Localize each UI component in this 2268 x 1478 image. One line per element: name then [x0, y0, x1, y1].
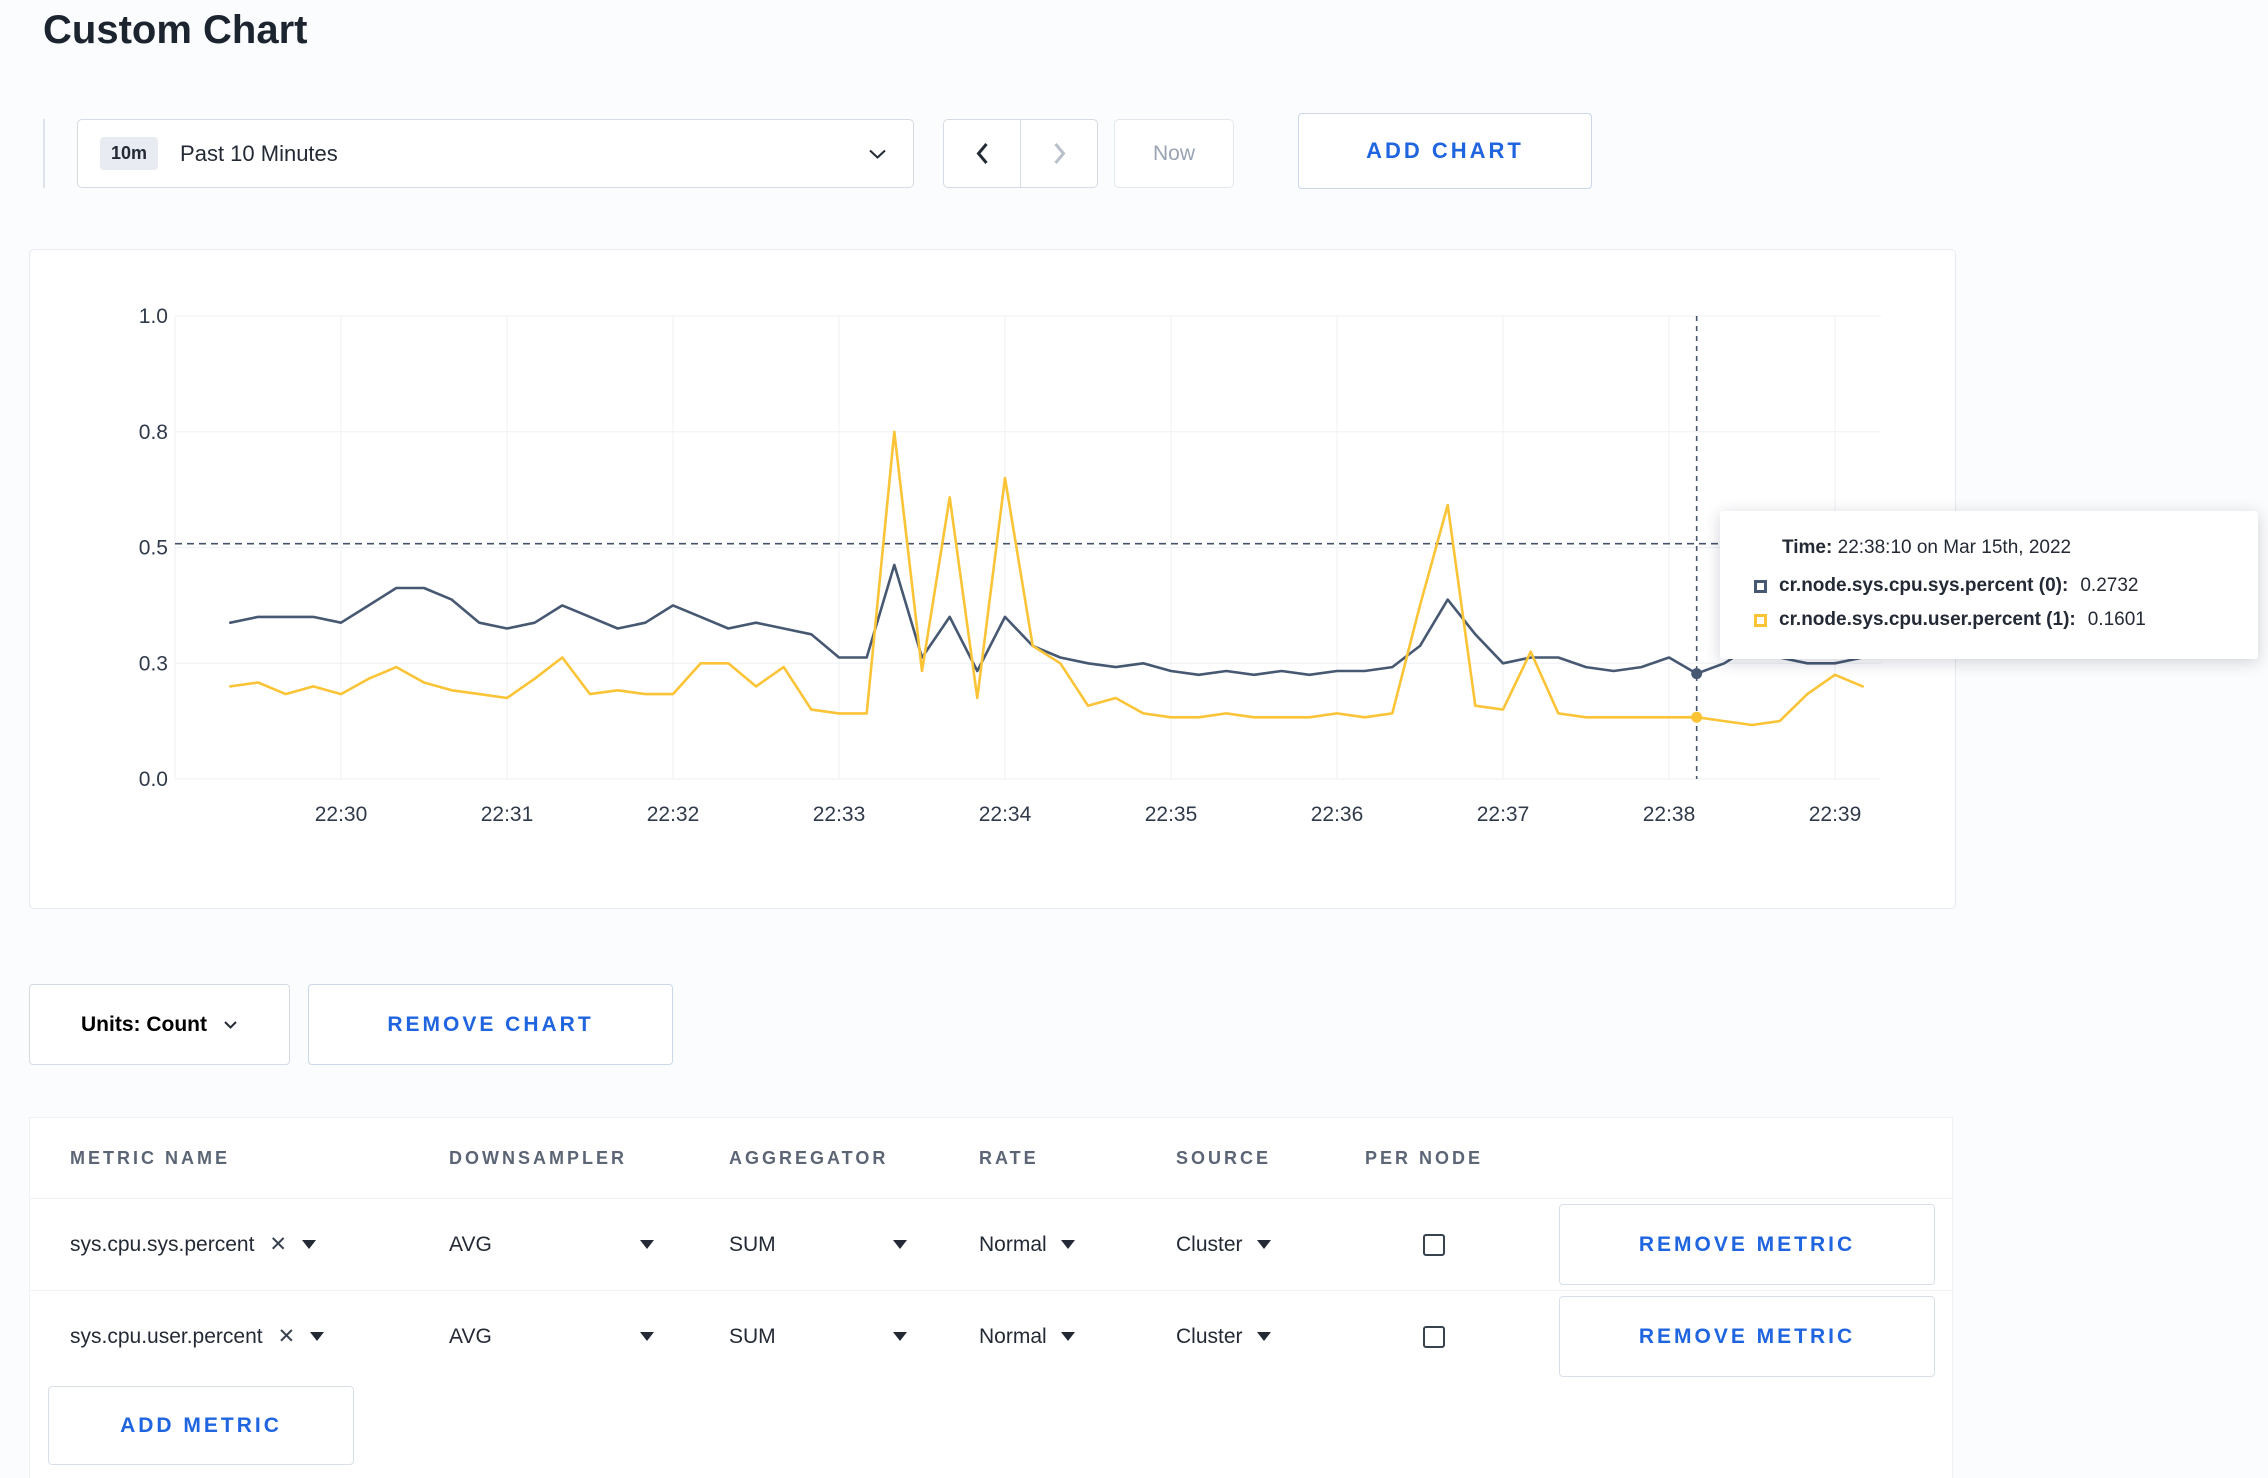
aggregator-select[interactable]: SUM — [729, 1325, 907, 1349]
source-value: Cluster — [1176, 1324, 1243, 1348]
aggregator-value: SUM — [729, 1324, 776, 1348]
units-select[interactable]: Units: Count — [29, 984, 290, 1065]
downsampler-value: AVG — [449, 1232, 492, 1256]
remove-metric-button[interactable]: REMOVE METRIC — [1559, 1296, 1935, 1377]
header-source: SOURCE — [1176, 1147, 1272, 1168]
clear-metric-icon[interactable]: ✕ — [278, 1324, 296, 1349]
now-button[interactable]: Now — [1114, 119, 1234, 188]
chevron-down-icon — [224, 1020, 237, 1029]
chart-card: 22:30 22:31 22:32 22:33 22:34 22:35 22:36 22:37… — [29, 249, 1956, 909]
add-chart-button[interactable]: ADD CHART — [1298, 113, 1592, 189]
chevron-left-icon — [976, 143, 988, 164]
svg-text:1.0: 1.0 — [139, 305, 168, 328]
svg-text:0.5: 0.5 — [139, 537, 168, 560]
tooltip-series-label: cr.node.sys.cpu.sys.percent (0): — [1779, 575, 2069, 596]
caret-down-icon — [1256, 1240, 1271, 1249]
svg-text:0.0: 0.0 — [139, 768, 168, 791]
aggregator-select[interactable]: SUM — [729, 1233, 907, 1257]
units-select-label: Units: Count — [81, 1012, 207, 1036]
source-value: Cluster — [1176, 1232, 1243, 1256]
caret-down-icon — [640, 1332, 654, 1341]
rate-value: Normal — [979, 1324, 1047, 1348]
svg-text:0.3: 0.3 — [139, 652, 168, 675]
tooltip-series-value: 0.1601 — [2087, 609, 2146, 630]
svg-text:22:39: 22:39 — [1809, 803, 1862, 826]
chevron-right-icon — [1053, 143, 1065, 164]
table-row: sys.cpu.user.percent ✕ AVG SUM Normal Cl… — [30, 1290, 1952, 1382]
source-select[interactable]: Cluster — [1176, 1325, 1365, 1349]
metric-name-select[interactable]: sys.cpu.user.percent ✕ — [70, 1324, 449, 1349]
downsampler-select[interactable]: AVG — [449, 1325, 654, 1349]
downsampler-value: AVG — [449, 1324, 492, 1348]
previous-time-button[interactable] — [943, 119, 1021, 188]
time-range-label: Past 10 Minutes — [180, 140, 338, 166]
caret-down-icon — [1060, 1332, 1075, 1341]
header-rate: RATE — [979, 1147, 1039, 1168]
header-metric-name: METRIC NAME — [70, 1147, 230, 1168]
clear-metric-icon[interactable]: ✕ — [269, 1232, 287, 1257]
table-row: sys.cpu.sys.percent ✕ AVG SUM Normal Clu… — [30, 1198, 1952, 1290]
svg-text:22:34: 22:34 — [979, 803, 1032, 826]
caret-down-icon — [893, 1332, 907, 1341]
svg-text:0.8: 0.8 — [139, 421, 168, 444]
rate-select[interactable]: Normal — [979, 1325, 1176, 1349]
rate-select[interactable]: Normal — [979, 1233, 1176, 1257]
caret-down-icon — [1256, 1332, 1271, 1341]
svg-text:22:32: 22:32 — [647, 803, 700, 826]
aggregator-value: SUM — [729, 1232, 776, 1256]
remove-metric-button[interactable]: REMOVE METRIC — [1559, 1204, 1935, 1285]
tooltip-series-row: cr.node.sys.cpu.user.percent (1): 0.1601 — [1754, 609, 2230, 631]
chevron-down-icon — [869, 149, 886, 159]
metric-name-select[interactable]: sys.cpu.sys.percent ✕ — [70, 1232, 449, 1257]
caret-down-icon — [893, 1240, 907, 1249]
chart-plot[interactable]: 22:30 22:31 22:32 22:33 22:34 22:35 22:36 22:37… — [30, 250, 1955, 908]
header-aggregator: AGGREGATOR — [729, 1147, 889, 1168]
svg-text:22:35: 22:35 — [1145, 803, 1198, 826]
next-time-button[interactable] — [1020, 119, 1098, 188]
caret-down-icon — [302, 1240, 317, 1249]
per-node-checkbox[interactable] — [1423, 1325, 1445, 1348]
page-title: Custom Chart — [43, 8, 308, 52]
toolbar-divider — [43, 119, 45, 188]
svg-text:22:30: 22:30 — [315, 803, 368, 826]
caret-down-icon — [1060, 1240, 1075, 1249]
metrics-table-header: METRIC NAME DOWNSAMPLER AGGREGATOR RATE … — [30, 1118, 1952, 1198]
tooltip-time: Time: 22:38:10 on Mar 15th, 2022 — [1754, 537, 2230, 559]
svg-text:22:33: 22:33 — [813, 803, 866, 826]
tooltip-series-label: cr.node.sys.cpu.user.percent (1): — [1779, 609, 2076, 630]
series-user-swatch-icon — [1754, 613, 1767, 627]
time-range-badge: 10m — [100, 137, 159, 170]
add-metric-button[interactable]: ADD METRIC — [48, 1386, 354, 1465]
source-select[interactable]: Cluster — [1176, 1233, 1365, 1257]
rate-value: Normal — [979, 1232, 1047, 1256]
header-per-node: PER NODE — [1365, 1147, 1484, 1168]
chart-tooltip: Time: 22:38:10 on Mar 15th, 2022 cr.node… — [1720, 511, 2258, 659]
tooltip-time-label: Time: — [1782, 537, 1833, 558]
metric-name-value: sys.cpu.sys.percent — [70, 1232, 255, 1256]
time-range-selector[interactable]: 10m Past 10 Minutes — [77, 119, 914, 188]
tooltip-series-row: cr.node.sys.cpu.sys.percent (0): 0.2732 — [1754, 575, 2230, 597]
svg-text:22:36: 22:36 — [1311, 803, 1364, 826]
svg-text:22:38: 22:38 — [1643, 803, 1696, 826]
caret-down-icon — [310, 1332, 325, 1341]
caret-down-icon — [640, 1240, 654, 1249]
header-downsampler: DOWNSAMPLER — [449, 1147, 627, 1168]
per-node-checkbox[interactable] — [1423, 1233, 1445, 1256]
downsampler-select[interactable]: AVG — [449, 1233, 654, 1257]
tooltip-series-value: 0.2732 — [2080, 575, 2139, 596]
series-sys-swatch-icon — [1754, 579, 1767, 593]
metric-name-value: sys.cpu.user.percent — [70, 1324, 263, 1348]
svg-text:22:31: 22:31 — [481, 803, 534, 826]
svg-text:22:37: 22:37 — [1477, 803, 1530, 826]
time-nav-group — [943, 119, 1098, 188]
remove-chart-button[interactable]: REMOVE CHART — [308, 984, 673, 1065]
tooltip-time-value: 22:38:10 on Mar 15th, 2022 — [1837, 537, 2072, 558]
